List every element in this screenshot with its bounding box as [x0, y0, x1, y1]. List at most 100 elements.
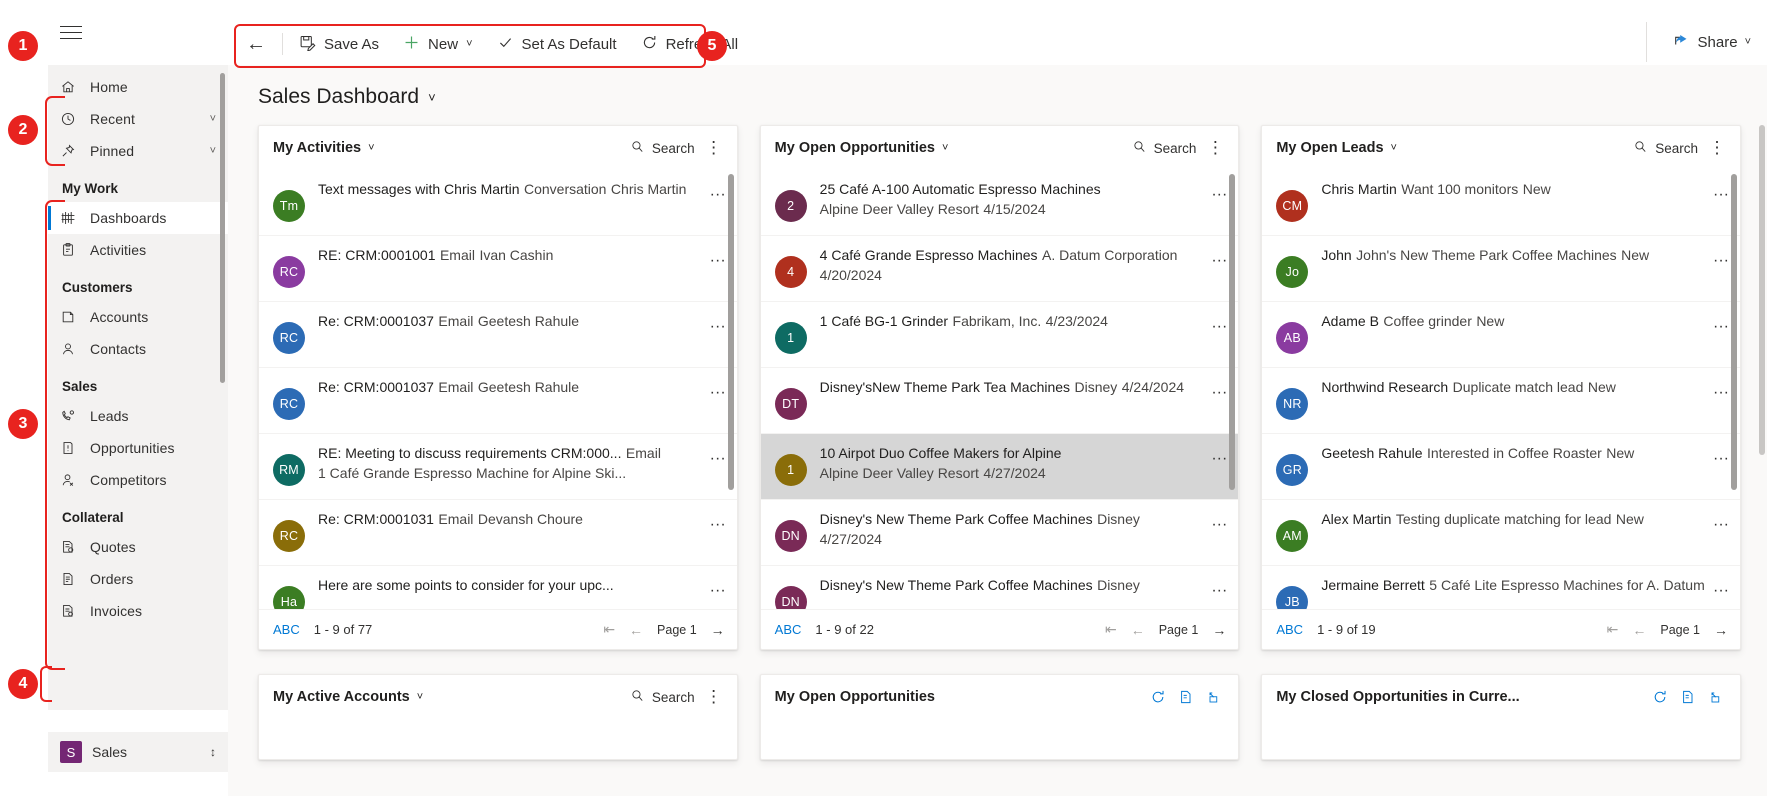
first-page-button[interactable]: ⇤ [603, 621, 615, 638]
sidebar-item-home[interactable]: Home [48, 71, 228, 103]
list-item[interactable]: AB Adame B Coffee grinder New ··· [1262, 302, 1741, 368]
list-item[interactable]: GR Geetesh Rahule Interested in Coffee R… [1262, 434, 1741, 500]
updown-chevron-icon[interactable]: ↕ [210, 745, 216, 759]
previous-page-button[interactable]: ← [1131, 622, 1145, 638]
chevron-down-icon[interactable]: ˅ [1745, 36, 1751, 48]
previous-page-button[interactable]: ← [1632, 622, 1646, 638]
card-more-options-button[interactable]: ⋮ [701, 135, 727, 161]
list-item[interactable]: Ha Here are some points to consider for … [259, 566, 737, 609]
chevron-down-icon[interactable]: ˅ [210, 113, 218, 125]
refresh-all-button[interactable]: Refresh All [629, 24, 751, 64]
chevron-down-icon[interactable]: ˅ [942, 142, 948, 154]
chevron-down-icon[interactable]: ˅ [1391, 142, 1397, 154]
list-item-more-button[interactable]: ··· [1708, 510, 1734, 534]
list-item[interactable]: RC Re: CRM:0001031 Email Devansh Choure … [259, 500, 737, 566]
list-item[interactable]: RC Re: CRM:0001037 Email Geetesh Rahule … [259, 368, 737, 434]
chevron-down-icon[interactable]: ˅ [417, 691, 423, 703]
share-button[interactable]: Share ˅ [1663, 22, 1761, 62]
list-item[interactable]: RC RE: CRM:0001001 Email Ivan Cashin ··· [259, 236, 737, 302]
pagination: ⇤ ← Page 1 → [1607, 621, 1728, 638]
site-map-hamburger-button[interactable] [48, 10, 94, 56]
new-button[interactable]: New ˅ [391, 24, 484, 64]
list-item[interactable]: RC Re: CRM:0001037 Email Geetesh Rahule … [259, 302, 737, 368]
save-as-button[interactable]: Save As [287, 24, 391, 64]
list-item-more-button[interactable]: ··· [1206, 576, 1232, 600]
sidebar-item-recent[interactable]: Recent ˅ [48, 103, 228, 135]
sidebar-scrollbar[interactable] [220, 73, 225, 383]
sidebar-item-contacts[interactable]: Contacts [48, 333, 228, 365]
back-button[interactable]: ← [234, 34, 278, 54]
chevron-down-icon[interactable]: ˅ [428, 90, 436, 105]
main-scrollbar[interactable] [1759, 125, 1765, 455]
search-input[interactable]: Search [624, 135, 701, 161]
next-page-button[interactable]: → [1212, 622, 1226, 638]
card-more-options-button[interactable]: ⋮ [1704, 135, 1730, 161]
list-item[interactable]: 4 4 Café Grande Espresso Machines A. Dat… [760, 236, 1239, 302]
list-item-more-button[interactable]: ··· [1708, 576, 1734, 600]
avatar: RM [273, 454, 305, 486]
list-item[interactable]: 2 25 Café A-100 Automatic Espresso Machi… [760, 170, 1239, 236]
list-item[interactable]: Jo John John's New Theme Park Coffee Mac… [1262, 236, 1741, 302]
list-item[interactable]: 1 10 Airpot Duo Coffee Makers for Alpine… [760, 434, 1239, 500]
sidebar-item-quotes[interactable]: Quotes [48, 531, 228, 563]
sidebar-item-pinned[interactable]: Pinned ˅ [48, 135, 228, 167]
alphabet-filter-button[interactable]: ABC [775, 622, 802, 637]
list-item[interactable]: CM Chris Martin Want 100 monitors New ··… [1262, 170, 1741, 236]
set-as-default-button[interactable]: Set As Default [485, 24, 629, 64]
chart-type-icon[interactable] [1674, 684, 1702, 710]
list-item[interactable]: JB Jermaine Berrett 5 Café Lite Espresso… [1262, 566, 1740, 609]
sidebar-item-accounts[interactable]: Accounts [48, 301, 228, 333]
card-scrollbar[interactable] [1731, 174, 1738, 490]
list-item-more-button[interactable]: ··· [705, 180, 731, 204]
sidebar-item-dashboards[interactable]: Dashboards [48, 202, 228, 234]
chevron-down-icon[interactable]: ˅ [466, 38, 472, 50]
list-item[interactable]: RM RE: Meeting to discuss requirements C… [259, 434, 737, 500]
card-more-options-button[interactable]: ⋮ [1202, 135, 1228, 161]
alphabet-filter-button[interactable]: ABC [273, 622, 300, 637]
quote-icon [60, 539, 82, 555]
expand-icon[interactable] [1702, 684, 1730, 710]
refresh-icon[interactable] [1646, 684, 1674, 710]
list-item[interactable]: AM Alex Martin Testing duplicate matchin… [1262, 500, 1741, 566]
search-input[interactable]: Search [1627, 135, 1704, 161]
list-item[interactable]: DT Disney'sNew Theme Park Tea Machines D… [760, 368, 1239, 434]
list-item-more-button[interactable]: ··· [705, 510, 731, 534]
list-item-more-button[interactable]: ··· [705, 444, 731, 468]
list-item-more-button[interactable]: ··· [705, 246, 731, 270]
app-switcher[interactable]: S Sales ↕ [48, 732, 228, 772]
list-item-more-button[interactable]: ··· [1206, 510, 1232, 534]
previous-page-button[interactable]: ← [629, 622, 643, 638]
list-item[interactable]: DN Disney's New Theme Park Coffee Machin… [761, 566, 1239, 609]
list-item[interactable]: Tm Text messages with Chris Martin Conve… [259, 170, 737, 236]
card-scrollbar[interactable] [727, 174, 734, 490]
chart-type-icon[interactable] [1172, 684, 1200, 710]
card-scrollbar[interactable] [1229, 174, 1236, 490]
sidebar-item-invoices[interactable]: Invoices [48, 595, 228, 627]
list-item-title: 4 Café Grande Espresso Machines [819, 247, 1038, 263]
sidebar-item-opportunities[interactable]: Opportunities [48, 432, 228, 464]
card-more-options-button[interactable]: ⋮ [701, 684, 727, 710]
first-page-button[interactable]: ⇤ [1607, 621, 1619, 638]
next-page-button[interactable]: → [711, 622, 725, 638]
list-item[interactable]: DN Disney's New Theme Park Coffee Machin… [760, 500, 1239, 566]
dashboard-title-row[interactable]: Sales Dashboard ˅ [228, 65, 1767, 125]
sidebar-item-leads[interactable]: Leads [48, 400, 228, 432]
sidebar-item-activities[interactable]: Activities [48, 234, 228, 266]
search-input[interactable]: Search [624, 684, 701, 710]
chevron-down-icon[interactable]: ˅ [210, 145, 218, 157]
list-item-more-button[interactable]: ··· [705, 378, 731, 402]
sidebar-item-competitors[interactable]: Competitors [48, 464, 228, 496]
alphabet-filter-button[interactable]: ABC [1276, 622, 1303, 637]
chevron-down-icon[interactable]: ˅ [368, 142, 374, 154]
list-item[interactable]: 1 1 Café BG-1 Grinder Fabrikam, Inc. 4/2… [760, 302, 1239, 368]
first-page-button[interactable]: ⇤ [1105, 621, 1117, 638]
next-page-button[interactable]: → [1714, 622, 1728, 638]
list-item-more-button[interactable]: ··· [705, 576, 731, 600]
list-item[interactable]: NR Northwind Research Duplicate match le… [1262, 368, 1741, 434]
card-title: My Activities [273, 140, 362, 156]
expand-icon[interactable] [1200, 684, 1228, 710]
list-item-more-button[interactable]: ··· [705, 312, 731, 336]
search-input[interactable]: Search [1126, 135, 1203, 161]
sidebar-item-orders[interactable]: Orders [48, 563, 228, 595]
refresh-icon[interactable] [1144, 684, 1172, 710]
